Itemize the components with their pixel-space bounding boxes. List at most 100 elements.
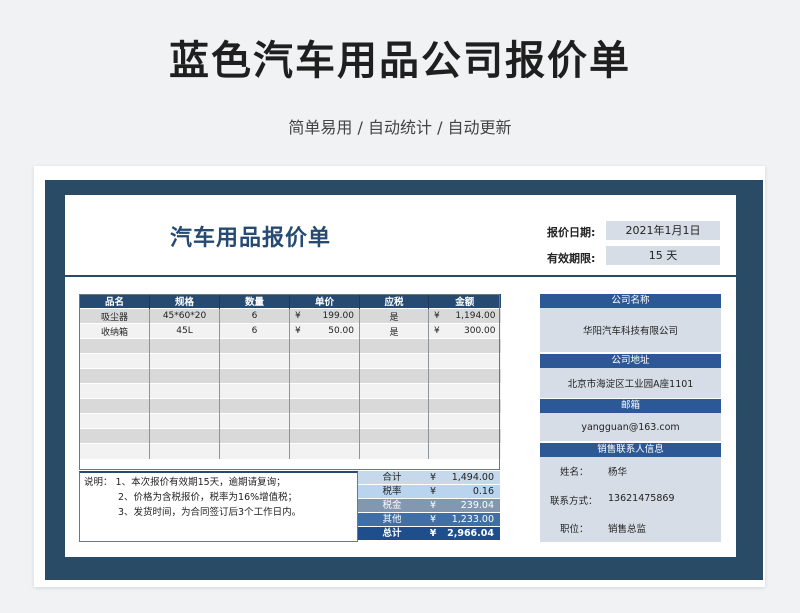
cell-tax[interactable]: 是 — [359, 323, 429, 339]
currency-symbol: ¥ — [295, 326, 301, 336]
table-row-empty — [79, 398, 501, 414]
empty-cell[interactable] — [428, 338, 501, 354]
valid-period-value[interactable]: 15 天 — [606, 246, 720, 265]
total-value[interactable]: 1,233.00 — [440, 513, 500, 526]
empty-cell[interactable] — [149, 338, 220, 354]
empty-cell[interactable] — [289, 338, 360, 354]
empty-cell[interactable] — [359, 338, 429, 354]
total-value[interactable]: 239.04 — [440, 499, 500, 512]
empty-cell[interactable] — [79, 353, 150, 369]
empty-cell[interactable] — [359, 413, 429, 429]
empty-cell[interactable] — [149, 413, 220, 429]
email-box: yangguan@163.com — [540, 413, 721, 441]
cell-name[interactable]: 吸尘器 — [79, 308, 150, 324]
cell-price-value: 199.00 — [322, 311, 355, 321]
empty-cell[interactable] — [428, 383, 501, 399]
currency-symbol: ¥ — [429, 486, 437, 497]
cell-amount[interactable]: ¥300.00 — [428, 323, 501, 339]
empty-cell[interactable] — [149, 443, 220, 459]
cell-qty[interactable]: 6 — [219, 308, 290, 324]
company-address-value[interactable]: 北京市海淀区工业园A座1101 — [568, 376, 694, 390]
empty-cell[interactable] — [219, 428, 290, 444]
note-text-1: 1、本次报价有效期15天，逾期请复询； — [115, 477, 286, 488]
empty-cell[interactable] — [219, 443, 290, 459]
contact-title-value[interactable]: 销售总监 — [608, 521, 646, 535]
empty-cell[interactable] — [359, 443, 429, 459]
empty-cell[interactable] — [79, 338, 150, 354]
empty-cell[interactable] — [149, 428, 220, 444]
empty-cell[interactable] — [79, 368, 150, 384]
empty-cell[interactable] — [289, 398, 360, 414]
empty-cell[interactable] — [428, 368, 501, 384]
cell-spec[interactable]: 45L — [149, 323, 220, 339]
empty-cell[interactable] — [219, 383, 290, 399]
empty-cell[interactable] — [428, 443, 501, 459]
cell-name[interactable]: 收纳箱 — [79, 323, 150, 339]
empty-cell[interactable] — [289, 428, 360, 444]
table-row-empty — [79, 383, 501, 399]
empty-cell[interactable] — [79, 443, 150, 459]
empty-cell[interactable] — [79, 383, 150, 399]
empty-cell[interactable] — [289, 368, 360, 384]
table-row-empty — [79, 338, 501, 354]
company-name-value[interactable]: 华阳汽车科技有限公司 — [583, 323, 678, 337]
cell-tax[interactable]: 是 — [359, 308, 429, 324]
empty-cell[interactable] — [79, 428, 150, 444]
cell-amount-value: 300.00 — [464, 326, 496, 336]
quote-date-label: 报价日期: — [547, 226, 596, 239]
empty-cell[interactable] — [149, 383, 220, 399]
empty-cell[interactable] — [289, 413, 360, 429]
table-row-empty — [79, 413, 501, 429]
empty-cell[interactable] — [359, 428, 429, 444]
total-value[interactable]: 0.16 — [440, 485, 500, 498]
total-label: 总计 — [382, 528, 402, 539]
empty-cell[interactable] — [219, 398, 290, 414]
empty-cell[interactable] — [79, 413, 150, 429]
cell-amount-value: 1,194.00 — [455, 311, 496, 321]
empty-cell[interactable] — [149, 398, 220, 414]
cell-price[interactable]: ¥199.00 — [289, 308, 360, 324]
empty-cell[interactable] — [149, 353, 220, 369]
col-header-qty: 数量 — [219, 294, 290, 309]
col-header-name: 品名 — [79, 294, 150, 309]
empty-cell[interactable] — [359, 353, 429, 369]
contact-title-label: 职位： — [560, 524, 589, 535]
cell-spec[interactable]: 45*60*20 — [149, 308, 220, 324]
cell-amount[interactable]: ¥1,194.00 — [428, 308, 501, 324]
empty-cell[interactable] — [289, 353, 360, 369]
empty-cell[interactable] — [428, 413, 501, 429]
email-value[interactable]: yangguan@163.com — [581, 422, 679, 433]
cell-price[interactable]: ¥50.00 — [289, 323, 360, 339]
empty-cell[interactable] — [289, 443, 360, 459]
empty-cell[interactable] — [219, 353, 290, 369]
cell-qty[interactable]: 6 — [219, 323, 290, 339]
empty-cell[interactable] — [428, 353, 501, 369]
total-value[interactable]: 2,966.04 — [440, 527, 500, 540]
empty-cell[interactable] — [359, 383, 429, 399]
cell-price-value: 50.00 — [328, 326, 354, 336]
empty-cell[interactable] — [428, 398, 501, 414]
items-header-row: 品名 规格 数量 单价 应税 金额 — [79, 294, 501, 309]
quote-date-value[interactable]: 2021年1月1日 — [606, 221, 720, 240]
total-row-subtotal: 合计 ¥1,494.00 — [358, 471, 500, 485]
contact-name-value[interactable]: 杨华 — [608, 464, 627, 478]
empty-cell[interactable] — [359, 398, 429, 414]
note-line-3: 3、发货时间，为合同签订后3个工作日内。 — [118, 507, 302, 518]
contact-phone-value[interactable]: 13621475869 — [608, 493, 675, 504]
total-label: 税率 — [382, 486, 402, 497]
empty-cell[interactable] — [289, 383, 360, 399]
empty-cell[interactable] — [428, 428, 501, 444]
empty-cell[interactable] — [219, 413, 290, 429]
contact-header: 销售联系人信息 — [540, 443, 721, 457]
company-name-box: 华阳汽车科技有限公司 — [540, 308, 721, 352]
total-value[interactable]: 1,494.00 — [440, 471, 500, 484]
table-row-empty — [79, 443, 501, 459]
items-table: 品名 规格 数量 单价 应税 金额 吸尘器 45*60*20 6 ¥199.00… — [79, 294, 501, 459]
empty-cell[interactable] — [149, 368, 220, 384]
total-row-grand: 总计 ¥2,966.04 — [358, 527, 500, 541]
company-address-header: 公司地址 — [540, 354, 721, 368]
empty-cell[interactable] — [359, 368, 429, 384]
empty-cell[interactable] — [219, 338, 290, 354]
empty-cell[interactable] — [79, 398, 150, 414]
empty-cell[interactable] — [219, 368, 290, 384]
